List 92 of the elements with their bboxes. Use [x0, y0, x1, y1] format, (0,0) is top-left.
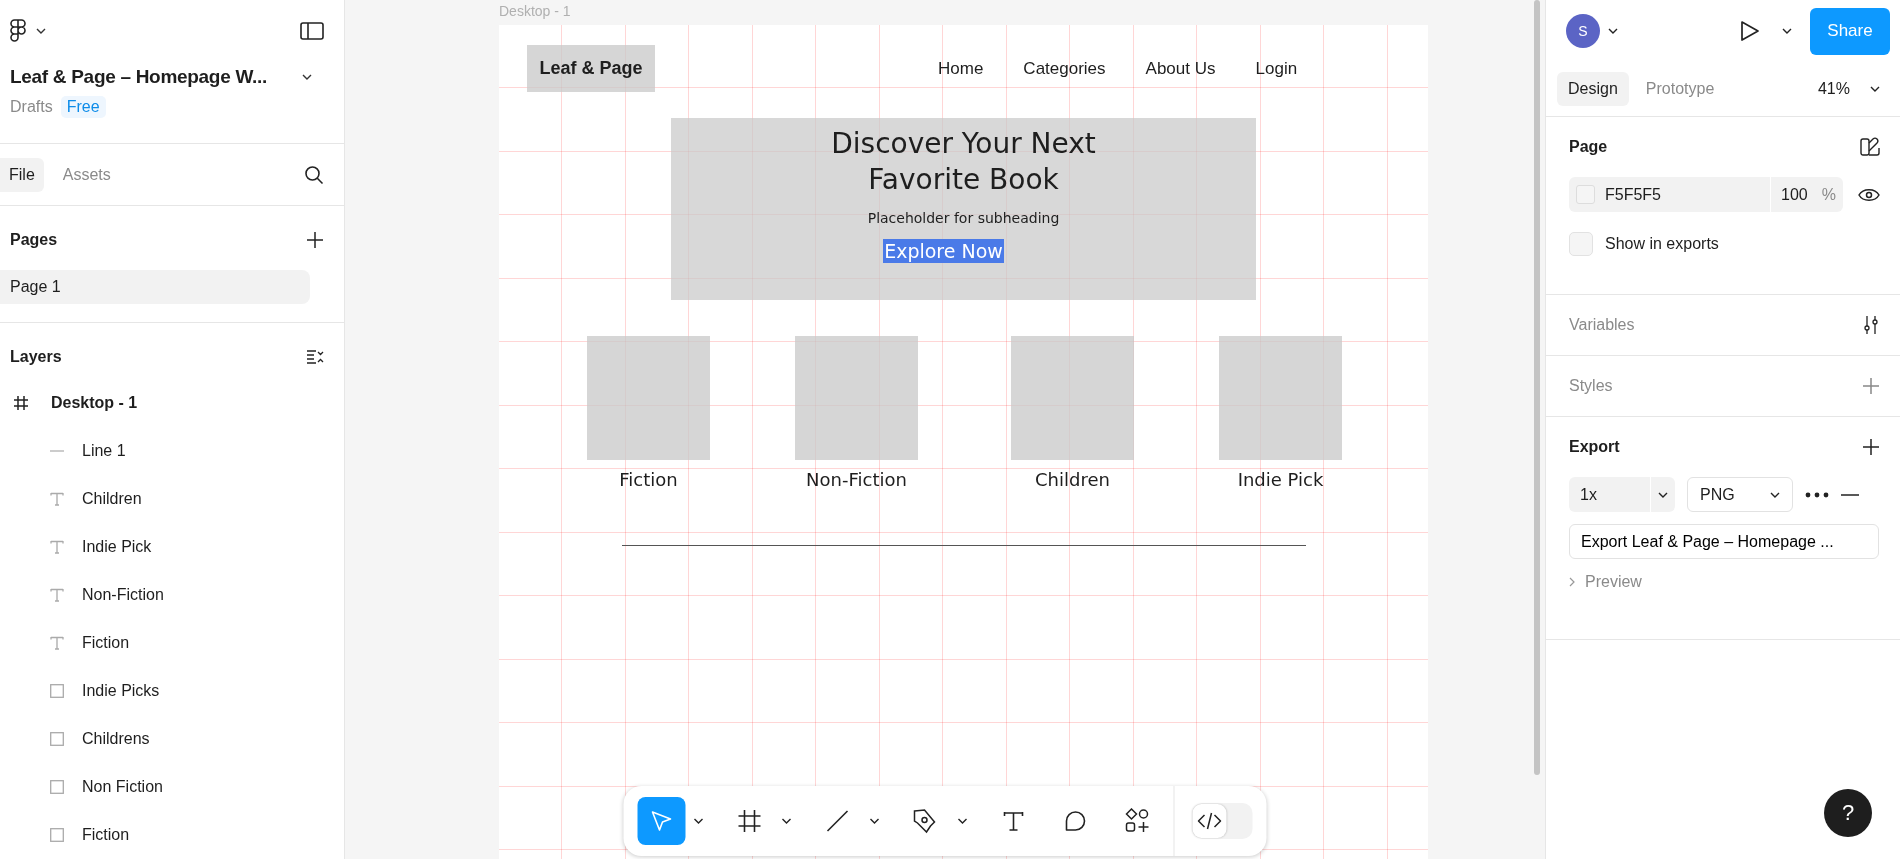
- layer-item[interactable]: Non Fiction: [82, 778, 163, 796]
- styles-heading[interactable]: Styles: [1569, 377, 1613, 395]
- hero-title: Favorite Book: [868, 162, 1059, 198]
- layer-item[interactable]: Childrens: [82, 730, 150, 748]
- rectangle-icon: [50, 828, 64, 842]
- file-title[interactable]: Leaf & Page – Homepage W...: [10, 66, 267, 88]
- play-icon[interactable]: [1740, 20, 1760, 42]
- category-label: Non-Fiction: [806, 469, 907, 490]
- scale-dropdown[interactable]: 1x: [1569, 477, 1675, 512]
- nav-link: Login: [1255, 58, 1298, 79]
- category-label: Indie Pick: [1237, 469, 1324, 490]
- export-button[interactable]: Export Leaf & Page – Homepage ...: [1569, 524, 1879, 559]
- caret-icon[interactable]: [1870, 86, 1880, 92]
- remove-icon[interactable]: [1841, 493, 1859, 496]
- panel-tab[interactable]: Design: [1557, 72, 1629, 106]
- add-icon[interactable]: [1862, 438, 1880, 456]
- hero-title: Discover Your Next: [831, 126, 1096, 162]
- comment-icon: [1063, 809, 1088, 833]
- styles-icon[interactable]: [1860, 137, 1880, 157]
- logo-icon[interactable]: [10, 19, 26, 43]
- panel-tab[interactable]: File: [0, 157, 44, 192]
- shapes-icon: [1124, 808, 1151, 834]
- layers-heading: Layers: [10, 348, 62, 366]
- zoom-level[interactable]: 41%: [1817, 80, 1850, 98]
- rectangle-icon: [50, 780, 64, 794]
- color-field[interactable]: F5F5F5 100 %: [1569, 177, 1843, 212]
- preview-toggle[interactable]: Preview: [1585, 573, 1642, 591]
- page-heading: Page: [1569, 138, 1608, 156]
- pointer-icon: [649, 809, 674, 833]
- search-icon[interactable]: [304, 164, 324, 185]
- nav-link: About Us: [1145, 58, 1216, 79]
- text-layer-icon: [50, 492, 64, 506]
- selected-text[interactable]: Explore Now: [883, 239, 1004, 263]
- checkbox-label[interactable]: Show in exports: [1605, 235, 1719, 253]
- eye-icon[interactable]: [1858, 187, 1880, 202]
- chevron-icon[interactable]: [1569, 577, 1575, 587]
- pages-heading: Pages: [10, 231, 58, 249]
- caret-icon[interactable]: [781, 818, 792, 824]
- user-avatar[interactable]: S: [1566, 14, 1600, 48]
- layer-item[interactable]: Line 1: [82, 442, 126, 460]
- sidebar-toggle-icon[interactable]: [300, 21, 324, 41]
- caret-icon[interactable]: [957, 818, 968, 824]
- scrollbar[interactable]: [1534, 0, 1540, 775]
- format-dropdown[interactable]: PNG: [1687, 477, 1793, 512]
- text-layer-icon: [50, 540, 64, 554]
- page-item[interactable]: Page 1: [0, 270, 310, 304]
- checkbox[interactable]: [1569, 232, 1593, 256]
- layer-item[interactable]: Desktop - 1: [51, 394, 138, 412]
- layer-item[interactable]: Indie Picks: [82, 682, 160, 700]
- caret-icon[interactable]: [302, 74, 312, 80]
- plan-badge: Free: [60, 96, 106, 118]
- help-button[interactable]: ?: [1824, 789, 1872, 837]
- logo-text: Leaf & Page: [527, 45, 655, 92]
- dev-mode-toggle[interactable]: [1192, 803, 1253, 839]
- code-icon: [1197, 811, 1222, 831]
- text-layer-icon: [50, 588, 64, 602]
- caret-icon[interactable]: [36, 28, 46, 34]
- category-label: Children: [1035, 469, 1110, 490]
- caret-icon: [1658, 491, 1668, 498]
- sliders-icon[interactable]: [1862, 315, 1880, 335]
- variables-heading[interactable]: Variables: [1569, 316, 1635, 334]
- design-frame[interactable]: Leaf & Page Home Categories About Us Login Discover Your Next Favorite Book Placeholder for subheading Explore Now Fiction Non-Fiction Children Indie Pick: [499, 25, 1428, 859]
- layer-item[interactable]: Fiction: [82, 634, 130, 652]
- nav-link: Home: [938, 58, 984, 79]
- caret-icon[interactable]: [1782, 28, 1792, 34]
- caret-icon[interactable]: [1608, 28, 1618, 34]
- caret-icon[interactable]: [869, 818, 880, 824]
- rectangle-icon: [50, 732, 64, 746]
- rectangle-icon: [50, 684, 64, 698]
- panel-tab[interactable]: Assets: [53, 157, 120, 192]
- add-icon[interactable]: [306, 231, 324, 249]
- hero-subheading: Placeholder for subheading: [867, 210, 1060, 226]
- frame-icon: [14, 396, 28, 410]
- caret-icon: [1770, 491, 1780, 498]
- color-swatch[interactable]: [1576, 185, 1595, 204]
- drafts-link[interactable]: Drafts: [10, 98, 53, 116]
- panel-tab[interactable]: Prototype: [1634, 72, 1726, 106]
- more-icon[interactable]: [1805, 491, 1829, 498]
- text-layer-icon: [50, 636, 64, 650]
- text-tool-icon: [1002, 810, 1025, 832]
- layer-item[interactable]: Fiction: [82, 826, 130, 844]
- layer-item[interactable]: Children: [82, 490, 142, 508]
- line-icon: [825, 809, 850, 833]
- line-icon: [50, 450, 64, 452]
- layer-item[interactable]: Indie Pick: [82, 538, 152, 556]
- export-heading: Export: [1569, 438, 1620, 456]
- category-label: Fiction: [619, 469, 678, 490]
- nav-link: Categories: [1023, 58, 1106, 79]
- layer-item[interactable]: Non-Fiction: [82, 586, 164, 604]
- collapse-layers-icon[interactable]: [306, 349, 324, 365]
- frame-icon: [737, 809, 762, 833]
- caret-icon[interactable]: [693, 818, 704, 824]
